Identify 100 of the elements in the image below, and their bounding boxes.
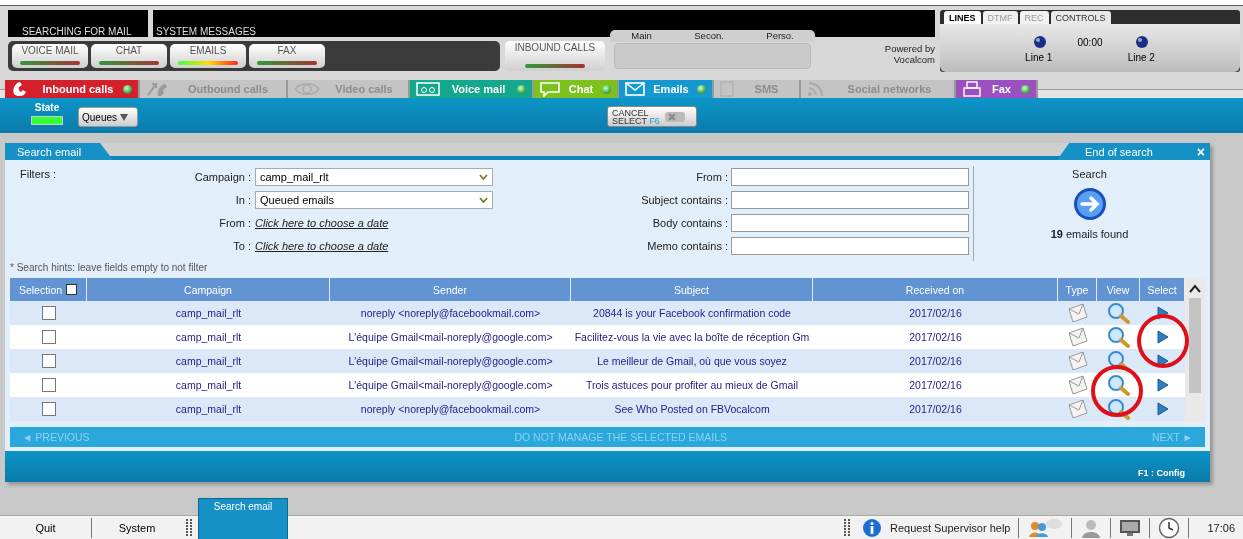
chat-bubble-icon [540, 81, 560, 97]
printer-icon [962, 81, 982, 97]
search-icon[interactable] [1106, 374, 1131, 396]
eye-icon [294, 82, 320, 96]
queue-column-label: Perso. [766, 30, 794, 42]
table-cell: 2017/02/16 [813, 349, 1058, 373]
state-label: State [34, 102, 60, 113]
search-icon[interactable] [1106, 302, 1131, 324]
table-cell: noreply <noreply@facebookmail.com> [330, 397, 571, 421]
column-header: Type [1058, 278, 1097, 301]
column-header: Selection [10, 278, 87, 301]
line-timer: 00:00 [1077, 36, 1103, 48]
select-field[interactable]: camp_mail_rlt [255, 168, 493, 186]
quit-button[interactable]: Quit [0, 518, 92, 538]
cancel-select-button[interactable]: CANCEL SELECT F6 [607, 106, 697, 127]
field-label: Subject contains : [640, 194, 728, 206]
tape-icon [416, 82, 440, 96]
table-cell: camp_mail_rlt [87, 349, 330, 373]
select-field[interactable]: Queued emails [255, 191, 493, 209]
table-cell: See Who Posted on FBVocalcom [571, 397, 813, 421]
column-header: Subject [571, 278, 813, 301]
state-light [31, 116, 63, 125]
table-cell: camp_mail_rlt [87, 373, 330, 397]
column-header: Campaign [87, 278, 330, 301]
clock-time: 17:06 [1207, 522, 1235, 534]
search-icon[interactable] [1106, 398, 1131, 420]
close-button[interactable]: × [1190, 142, 1210, 161]
table-cell: noreply <noreply@facebookmail.com> [330, 301, 571, 325]
panel-tab[interactable]: Search email [5, 143, 113, 160]
cancel-icon [663, 109, 686, 124]
search-label: Search [1072, 168, 1107, 180]
media-button[interactable]: VOICE MAIL [12, 44, 88, 68]
chevron-icon [479, 197, 488, 203]
table-cell: 20844 is your Facebook confirmation code [571, 301, 813, 325]
input-field[interactable] [731, 168, 969, 186]
end-of-search-tab[interactable]: End of search × [1057, 143, 1210, 160]
status-led-icon [602, 84, 611, 94]
status-led-icon [123, 84, 132, 94]
column-header: Select [1140, 278, 1185, 301]
arrow-circle-icon[interactable] [1072, 187, 1107, 221]
table-cell: Facilitez-vous la vie avec la boîte de réception Gm [571, 325, 813, 349]
play-icon[interactable] [1156, 330, 1169, 344]
highlight-circle [1091, 365, 1143, 417]
channel-tab[interactable]: Fax [956, 80, 1038, 98]
clock-icon[interactable] [1158, 517, 1181, 539]
checkbox[interactable] [66, 284, 78, 295]
column-header: View [1097, 278, 1140, 301]
grip-icon[interactable] [186, 519, 194, 537]
table-cell: L'équipe Gmail<mail-noreply@google.com> [330, 349, 571, 373]
monitor-icon[interactable] [1119, 519, 1142, 537]
status-led-icon [517, 84, 526, 94]
checkbox[interactable] [41, 354, 56, 368]
table-cell: camp_mail_rlt [87, 301, 330, 325]
system-button[interactable]: System [92, 518, 182, 538]
inbound-calls-button[interactable]: INBOUND CALLS [505, 41, 605, 71]
checkbox[interactable] [41, 402, 56, 416]
channel-tab[interactable]: Emails [619, 80, 714, 98]
media-button[interactable]: EMAILS [170, 44, 246, 68]
scrollbar[interactable] [1185, 278, 1205, 422]
window-tab[interactable]: Search email [198, 498, 288, 539]
play-icon[interactable] [1156, 306, 1169, 320]
info-icon[interactable] [862, 518, 882, 538]
play-icon[interactable] [1156, 378, 1169, 392]
input-field[interactable] [731, 191, 969, 209]
grip-icon[interactable] [844, 519, 852, 537]
envelope-icon [1066, 351, 1089, 371]
panel-tab[interactable]: CONTROLS [1050, 11, 1111, 24]
checkbox[interactable] [41, 306, 56, 320]
date-link[interactable]: Click here to choose a date [255, 217, 389, 229]
phone-icon [146, 81, 170, 97]
input-field[interactable] [731, 237, 969, 255]
user-icon[interactable] [1080, 518, 1103, 538]
checkbox[interactable] [41, 330, 56, 344]
chevron-icon [479, 174, 488, 180]
queues-dropdown[interactable]: Queues [78, 107, 138, 127]
search-icon[interactable] [1106, 326, 1131, 348]
column-header: Received on [813, 278, 1058, 301]
scroll-up-icon[interactable] [1189, 284, 1201, 294]
people-icon[interactable] [1027, 518, 1064, 538]
powered-by-text: Powered by [884, 43, 935, 54]
table-cell: L'équipe Gmail<mail-noreply@google.com> [330, 373, 571, 397]
table-cell: Le meilleur de Gmail, où que vous soyez [571, 349, 813, 373]
media-button[interactable]: FAX [249, 44, 325, 68]
media-button[interactable]: CHAT [91, 44, 167, 68]
table-cell: camp_mail_rlt [87, 397, 330, 421]
channel-tab[interactable]: Inbound calls [5, 80, 140, 98]
search-hint: * Search hints: leave fields empty to not filter [10, 262, 208, 273]
channel-tab[interactable]: Voice mail [410, 80, 534, 98]
envelope-icon [1066, 303, 1089, 323]
input-field[interactable] [731, 214, 969, 232]
envelope-icon [1066, 399, 1089, 419]
play-icon[interactable] [1156, 402, 1169, 416]
checkbox[interactable] [41, 378, 56, 392]
status-panel: SEARCHING FOR MAIL [8, 10, 148, 37]
date-link[interactable]: Click here to choose a date [255, 240, 389, 252]
panel-tab[interactable]: LINES [944, 11, 981, 24]
supervisor-help-link[interactable]: Request Supervisor help [890, 522, 1011, 534]
highlight-circle [1137, 314, 1189, 368]
field-label: Campaign : [193, 171, 251, 183]
caret-icon [120, 113, 129, 121]
